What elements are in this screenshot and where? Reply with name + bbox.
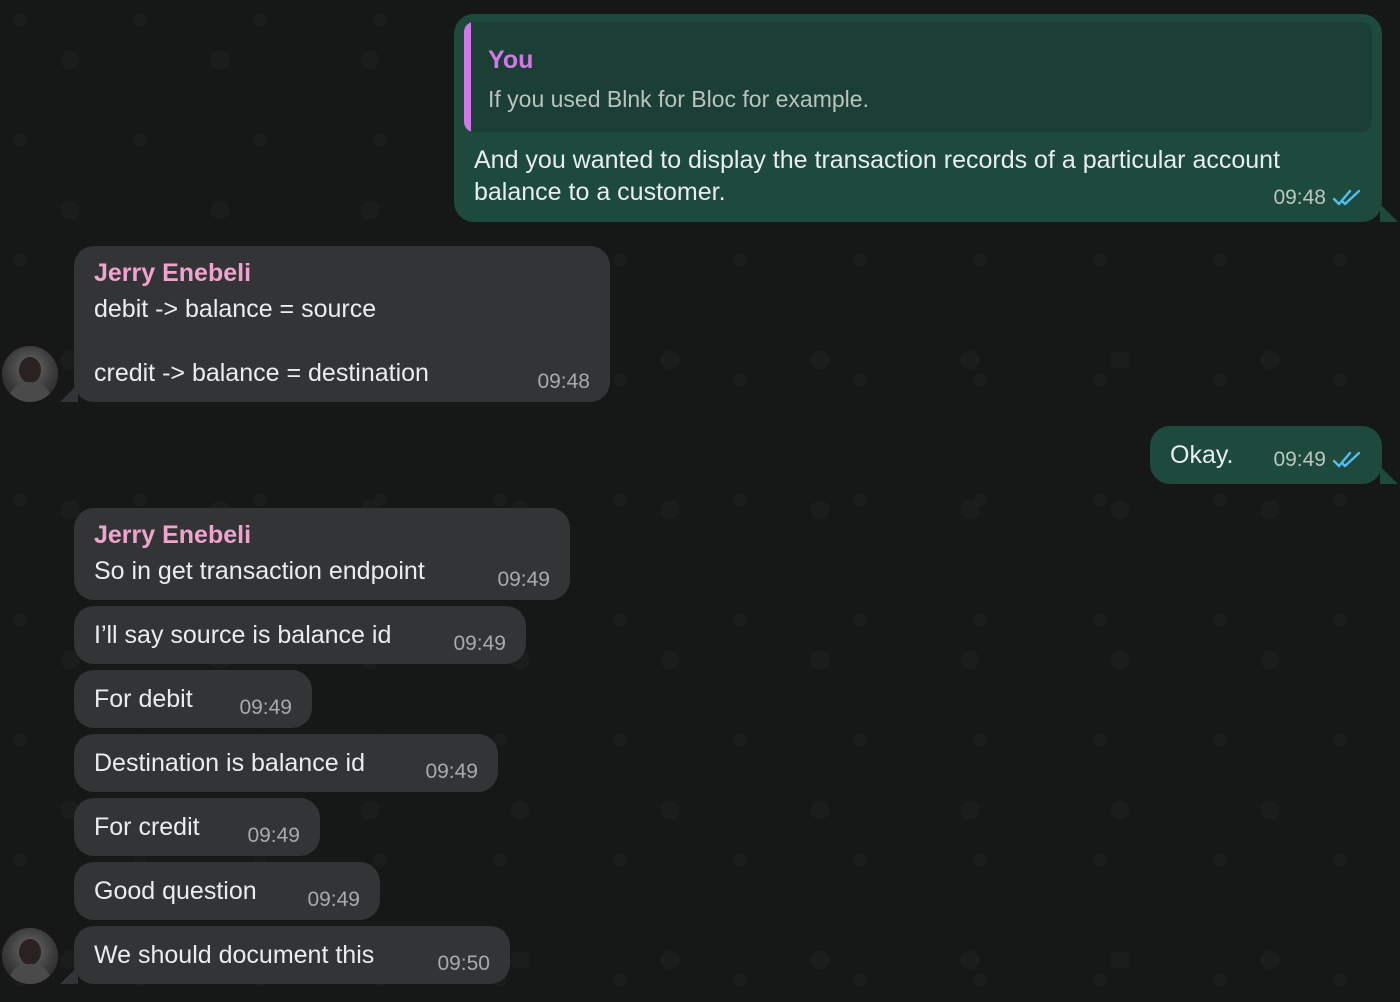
bubble-tail	[60, 966, 78, 984]
incoming-message[interactable]: I’ll say source is balance id 09:49	[74, 606, 526, 664]
message-text-line: debit -> balance = source	[94, 295, 377, 323]
message-timestamp: 09:49	[239, 696, 292, 719]
chat-pane[interactable]: You If you used Blnk for Bloc for exampl…	[0, 0, 1400, 1002]
message-time: 09:48	[1273, 187, 1362, 213]
message-text: Destination is balance id	[94, 749, 365, 777]
incoming-message[interactable]: For credit 09:49	[74, 798, 320, 856]
message-text: We should document this	[94, 941, 375, 969]
message-text: Okay.	[1170, 441, 1234, 469]
message-timestamp: 09:50	[437, 952, 490, 975]
incoming-message[interactable]: We should document this 09:50	[74, 926, 510, 984]
outgoing-message[interactable]: You If you used Blnk for Bloc for exampl…	[454, 14, 1382, 222]
message-text: For debit	[94, 685, 193, 713]
quote-sender-name: You	[488, 46, 534, 74]
message-time: 09:49	[1273, 449, 1362, 475]
message-timestamp: 09:49	[247, 824, 300, 847]
message-timestamp: 09:49	[497, 568, 550, 591]
message-text-line: credit -> balance = destination	[94, 359, 429, 387]
message-text: I’ll say source is balance id	[94, 621, 392, 649]
double-check-icon	[1332, 188, 1362, 213]
incoming-message[interactable]: Good question 09:49	[74, 862, 380, 920]
outgoing-message[interactable]: Okay. 09:49	[1150, 426, 1382, 484]
message-timestamp: 09:48	[1273, 186, 1326, 209]
bubble-tail	[1380, 466, 1398, 484]
contact-avatar[interactable]	[2, 928, 58, 984]
incoming-message[interactable]: For debit 09:49	[74, 670, 312, 728]
incoming-message[interactable]: Jerry Enebeli debit -> balance = source …	[74, 246, 610, 402]
double-check-icon	[1332, 450, 1362, 475]
message-text-line: And you wanted to display the transactio…	[474, 146, 1281, 174]
message-timestamp: 09:49	[307, 888, 360, 911]
quote-accent-bar	[464, 22, 471, 132]
message-timestamp: 09:48	[537, 370, 590, 393]
quote-text: If you used Blnk for Bloc for example.	[488, 86, 869, 112]
sender-name: Jerry Enebeli	[94, 259, 252, 287]
message-text: Good question	[94, 877, 257, 905]
message-text-line: balance to a customer.	[474, 178, 726, 206]
incoming-message[interactable]: Jerry Enebeli So in get transaction endp…	[74, 508, 570, 600]
bubble-tail	[60, 384, 78, 402]
message-timestamp: 09:49	[1273, 448, 1326, 471]
message-text: So in get transaction endpoint	[94, 557, 425, 585]
contact-avatar[interactable]	[2, 346, 58, 402]
message-timestamp: 09:49	[425, 760, 478, 783]
message-text: For credit	[94, 813, 200, 841]
message-timestamp: 09:49	[453, 632, 506, 655]
quoted-message[interactable]: You If you used Blnk for Bloc for exampl…	[464, 22, 1372, 132]
bubble-tail	[1380, 204, 1398, 222]
incoming-message[interactable]: Destination is balance id 09:49	[74, 734, 498, 792]
sender-name: Jerry Enebeli	[94, 521, 252, 549]
